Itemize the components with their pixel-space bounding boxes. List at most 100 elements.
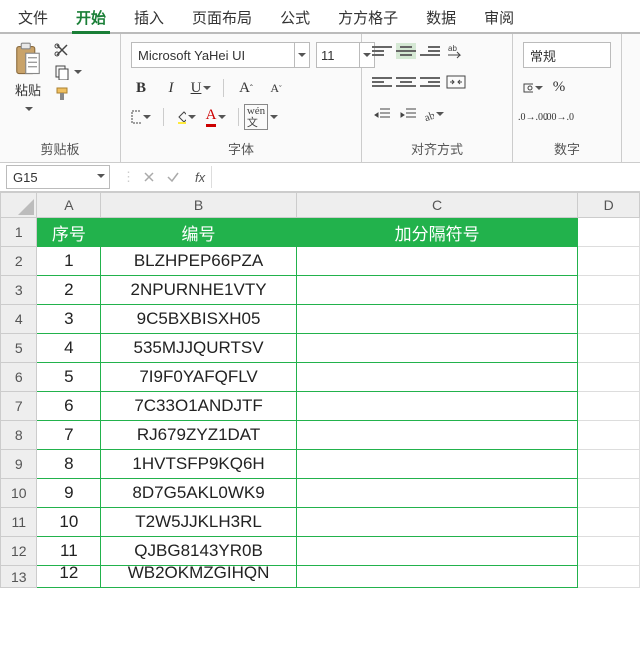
decrease-decimal-button[interactable]: .00→.0 — [549, 107, 569, 127]
confirm-icon[interactable] — [165, 169, 181, 185]
cell[interactable] — [578, 334, 640, 363]
cell[interactable] — [296, 479, 578, 508]
cell[interactable] — [578, 421, 640, 450]
cell[interactable] — [578, 392, 640, 421]
cell[interactable]: 1 — [37, 247, 101, 276]
column-header-B[interactable]: B — [101, 193, 297, 218]
cell[interactable]: 11 — [37, 537, 101, 566]
row-header[interactable]: 1 — [1, 218, 37, 247]
name-box[interactable]: G15 — [6, 165, 110, 189]
row-header[interactable]: 12 — [1, 537, 37, 566]
cell[interactable]: RJ679ZYZ1DAT — [101, 421, 297, 450]
row-header[interactable]: 13 — [1, 566, 37, 588]
cell[interactable]: 4 — [37, 334, 101, 363]
cell[interactable]: 535MJJQURTSV — [101, 334, 297, 363]
paste-button[interactable]: 粘贴 — [10, 40, 46, 118]
cancel-icon[interactable] — [141, 169, 157, 185]
cell[interactable] — [578, 450, 640, 479]
cell[interactable]: 12 — [37, 566, 101, 588]
column-header-A[interactable]: A — [37, 193, 101, 218]
align-right-button[interactable] — [420, 74, 440, 90]
menu-formulas[interactable]: 公式 — [266, 3, 324, 32]
row-header[interactable]: 9 — [1, 450, 37, 479]
cell[interactable]: 6 — [37, 392, 101, 421]
format-painter-button[interactable] — [54, 86, 82, 102]
cell[interactable]: 5 — [37, 363, 101, 392]
menu-ffgz[interactable]: 方方格子 — [324, 3, 412, 32]
row-header[interactable]: 2 — [1, 247, 37, 276]
row-header[interactable]: 5 — [1, 334, 37, 363]
fx-label[interactable]: fx — [195, 170, 205, 185]
cell[interactable]: 10 — [37, 508, 101, 537]
cell[interactable] — [578, 218, 640, 247]
cell[interactable]: QJBG8143YR0B — [101, 537, 297, 566]
cell[interactable] — [296, 247, 578, 276]
cell[interactable] — [578, 247, 640, 276]
accounting-format-button[interactable] — [523, 78, 543, 98]
cell[interactable]: 8 — [37, 450, 101, 479]
cell[interactable] — [578, 479, 640, 508]
table-header-cell[interactable]: 加分隔符号 — [296, 218, 578, 247]
cut-button[interactable] — [54, 42, 82, 58]
cell[interactable]: 2 — [37, 276, 101, 305]
row-header[interactable]: 7 — [1, 392, 37, 421]
row-header[interactable]: 11 — [1, 508, 37, 537]
cell[interactable]: 9C5BXBISXH05 — [101, 305, 297, 334]
cell[interactable] — [296, 276, 578, 305]
paste-dropdown-icon[interactable] — [23, 101, 33, 116]
copy-button[interactable] — [54, 64, 82, 80]
cell[interactable]: 3 — [37, 305, 101, 334]
cell[interactable] — [296, 334, 578, 363]
align-middle-button[interactable] — [396, 43, 416, 59]
cell[interactable] — [296, 363, 578, 392]
italic-button[interactable]: I — [161, 78, 181, 98]
cell[interactable] — [578, 305, 640, 334]
orientation-button[interactable]: ab — [424, 104, 444, 124]
font-name-select[interactable]: Microsoft YaHei UI — [131, 42, 310, 68]
increase-indent-button[interactable] — [398, 104, 418, 124]
cell[interactable] — [296, 305, 578, 334]
menu-insert[interactable]: 插入 — [120, 3, 178, 32]
cell[interactable]: 7I9F0YAFQFLV — [101, 363, 297, 392]
borders-button[interactable] — [131, 107, 151, 127]
menu-review[interactable]: 审阅 — [470, 3, 528, 32]
cell[interactable] — [296, 537, 578, 566]
row-header[interactable]: 10 — [1, 479, 37, 508]
cell[interactable] — [578, 363, 640, 392]
cell[interactable] — [296, 508, 578, 537]
column-header-D[interactable]: D — [578, 193, 640, 218]
menu-home[interactable]: 开始 — [62, 3, 120, 32]
number-format-select[interactable]: 常规 — [523, 42, 611, 68]
row-header[interactable]: 8 — [1, 421, 37, 450]
formula-input[interactable] — [211, 166, 640, 188]
align-left-button[interactable] — [372, 74, 392, 90]
cell[interactable]: 7C33O1ANDJTF — [101, 392, 297, 421]
cell[interactable] — [296, 392, 578, 421]
font-name-chevron-icon[interactable] — [294, 43, 309, 67]
cell[interactable]: 2NPURNHE1VTY — [101, 276, 297, 305]
row-header[interactable]: 4 — [1, 305, 37, 334]
select-all-corner[interactable] — [1, 193, 37, 218]
menu-data[interactable]: 数据 — [412, 3, 470, 32]
cell[interactable] — [578, 537, 640, 566]
cell[interactable] — [296, 450, 578, 479]
merge-cells-button[interactable] — [446, 73, 466, 91]
font-color-button[interactable]: A — [206, 107, 226, 127]
cell[interactable]: T2W5JJKLH3RL — [101, 508, 297, 537]
cell[interactable]: WB2OKMZGIHQN — [101, 566, 297, 588]
cell[interactable]: 1HVTSFP9KQ6H — [101, 450, 297, 479]
cell[interactable]: BLZHPEP66PZA — [101, 247, 297, 276]
cell[interactable]: 7 — [37, 421, 101, 450]
align-top-button[interactable] — [372, 43, 392, 59]
cell[interactable] — [578, 276, 640, 305]
cell[interactable]: 8D7G5AKL0WK9 — [101, 479, 297, 508]
cell[interactable] — [296, 566, 578, 588]
increase-font-button[interactable]: Aˆ — [236, 78, 256, 98]
table-header-cell[interactable]: 编号 — [101, 218, 297, 247]
cell[interactable] — [578, 508, 640, 537]
decrease-indent-button[interactable] — [372, 104, 392, 124]
align-center-button[interactable] — [396, 74, 416, 90]
column-header-C[interactable]: C — [296, 193, 578, 218]
row-header[interactable]: 6 — [1, 363, 37, 392]
cell[interactable] — [578, 566, 640, 588]
